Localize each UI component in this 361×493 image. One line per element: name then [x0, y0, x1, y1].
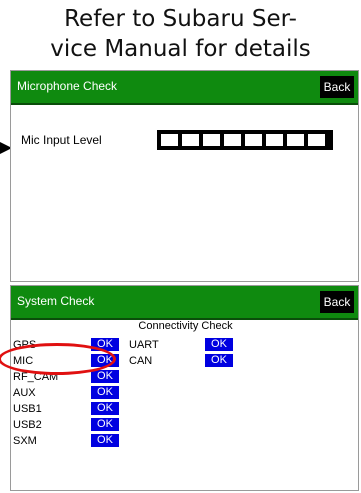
level-segment — [308, 134, 325, 146]
check-label: UART — [129, 339, 159, 351]
status-badge: OK — [205, 338, 233, 351]
back-button[interactable]: Back — [320, 291, 354, 313]
status-badge: OK — [91, 418, 119, 431]
system-check-titlebar: System Check Back — [11, 286, 358, 320]
instruction-heading: Refer to Subaru Ser- vice Manual for det… — [0, 4, 361, 64]
check-label: SXM — [13, 435, 37, 447]
level-segment — [287, 134, 304, 146]
system-check-title: System Check — [17, 294, 95, 308]
status-badge: OK — [91, 370, 119, 383]
heading-line-1: Refer to Subaru Ser- — [64, 6, 297, 32]
heading-line-2: vice Manual for details — [50, 36, 311, 62]
level-segment — [266, 134, 283, 146]
mic-input-level-label: Mic Input Level — [21, 133, 102, 147]
check-label: CAN — [129, 355, 153, 367]
microphone-check-title: Microphone Check — [17, 79, 118, 93]
connectivity-check-title: Connectivity Check — [138, 320, 233, 332]
microphone-check-panel: Microphone Check Back Mic Input Level — [10, 70, 359, 282]
back-button[interactable]: Back — [320, 76, 354, 98]
level-segment — [224, 134, 241, 146]
level-segment — [182, 134, 199, 146]
highlight-ellipse — [0, 343, 116, 375]
system-check-panel: System Check Back Connectivity Check GPS… — [10, 285, 359, 491]
level-segment — [245, 134, 262, 146]
level-segment — [161, 134, 178, 146]
mic-level-meter — [157, 130, 333, 150]
status-badge: OK — [205, 354, 233, 367]
status-badge: OK — [91, 386, 119, 399]
status-badge: OK — [91, 434, 119, 447]
check-label: AUX — [13, 387, 36, 399]
check-label: USB1 — [13, 403, 42, 415]
status-badge: OK — [91, 402, 119, 415]
level-segment — [203, 134, 220, 146]
microphone-check-titlebar: Microphone Check Back — [11, 71, 358, 105]
check-label: USB2 — [13, 419, 42, 431]
